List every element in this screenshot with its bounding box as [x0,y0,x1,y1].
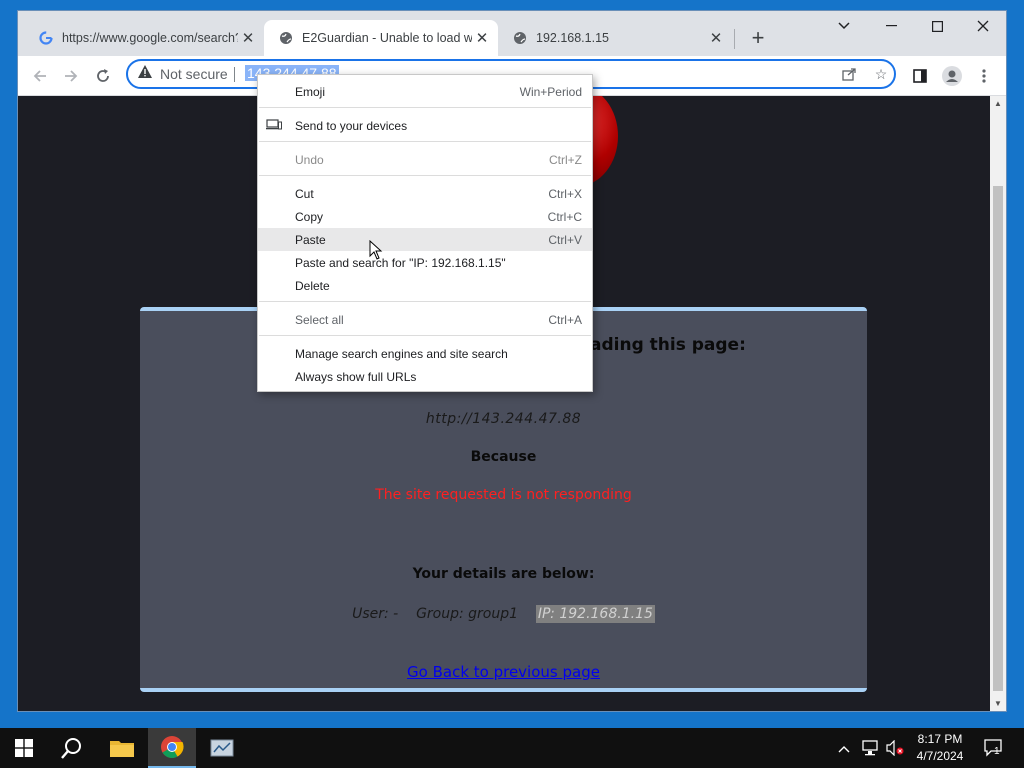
side-panel-icon[interactable] [908,64,932,88]
search-button[interactable] [48,728,96,768]
menu-item-copy[interactable]: Copy Ctrl+C [258,205,592,228]
menu-item-shortcut: Ctrl+Z [549,152,582,167]
share-icon[interactable] [840,65,858,83]
menu-item-label: Undo [295,152,324,167]
user-details-line: User: - Group: group1 IP: 192.168.1.15 [140,605,867,623]
user-value: User: - [352,606,399,622]
tab-title: E2Guardian - Unable to load web [302,31,472,45]
menu-separator [259,107,591,108]
devices-icon [266,118,282,133]
tab-title: 192.168.1.15 [536,31,609,45]
tab-google-search[interactable]: https://www.google.com/search? ✕ [24,20,264,56]
close-window-button[interactable] [960,11,1006,41]
menu-item-select-all[interactable]: Select all Ctrl+A [258,308,592,331]
notification-count: 1 [994,746,1000,757]
forward-arrow-icon[interactable] [59,64,83,88]
menu-item-label: Emoji [295,84,326,99]
menu-item-undo[interactable]: Undo Ctrl+Z [258,148,592,171]
tab-strip: https://www.google.com/search? ✕ E2Guard… [18,11,1006,56]
warning-triangle-icon[interactable] [138,65,152,81]
google-g-icon [38,30,54,46]
folder-icon [110,741,134,757]
menu-item-shortcut: Win+Period [519,84,582,99]
menu-item-label: Cut [295,186,314,201]
menu-separator [259,301,591,302]
menu-separator [259,141,591,142]
menu-item-shortcut: Ctrl+V [548,232,582,247]
details-heading: Your details are below: [412,566,595,582]
ip-value-selected[interactable]: IP: 192.168.1.15 [535,605,655,623]
kebab-menu-icon[interactable] [972,64,996,88]
windows-taskbar: 8:17 PM 4/7/2024 1 [0,728,1024,768]
search-icon [61,738,81,759]
new-tab-button[interactable]: + [746,25,770,50]
tab-close-icon[interactable]: ✕ [472,28,492,48]
menu-separator [259,175,591,176]
bookmark-star-icon[interactable]: ☆ [872,65,890,83]
page-scrollbar[interactable]: ▲ ▼ [990,96,1006,711]
back-arrow-icon[interactable] [28,64,52,88]
context-menu: Emoji Win+Period Send to your devices Un… [257,74,593,392]
menu-item-shortcut: Ctrl+C [547,209,582,224]
globe-icon [512,30,528,46]
menu-item-label: Send to your devices [295,118,408,133]
mouse-cursor-icon [369,239,383,265]
tab-close-icon[interactable]: ✕ [238,28,258,48]
volume-muted-icon[interactable] [886,739,904,759]
windows-logo-icon [15,739,33,757]
system-clock[interactable]: 8:17 PM 4/7/2024 [908,731,972,765]
menu-item-shortcut: Ctrl+X [548,186,582,201]
profile-avatar-icon[interactable] [940,64,964,88]
menu-item-cut[interactable]: Cut Ctrl+X [258,182,592,205]
tab-e2guardian[interactable]: E2Guardian - Unable to load web ✕ [264,20,498,56]
scroll-down-arrow-icon[interactable]: ▼ [990,696,1006,710]
tab-title: https://www.google.com/search? [62,31,238,45]
maximize-button[interactable] [914,11,960,41]
network-icon[interactable] [862,740,880,759]
tab-ip-address[interactable]: 192.168.1.15 ✕ [498,20,732,56]
go-back-link[interactable]: Go Back to previous page [407,663,600,681]
menu-item-label: Delete [295,278,330,293]
server-manager-button[interactable] [198,728,246,768]
menu-item-label: Paste and search for "IP: 192.168.1.15" [295,255,506,270]
page-heading: ading this page: [590,335,746,355]
scroll-up-arrow-icon[interactable]: ▲ [990,96,1006,110]
scrollbar-thumb[interactable] [993,186,1003,691]
tab-divider [734,29,735,49]
block-reason: The site requested is not responding [375,487,632,503]
tab-search-chevron-icon[interactable] [821,11,867,41]
menu-item-paste[interactable]: Paste Ctrl+V [258,228,592,251]
menu-item-label: Paste [295,232,326,247]
because-label: Because [470,449,537,465]
menu-item-label: Select all [295,312,344,327]
menu-item-delete[interactable]: Delete [258,274,592,297]
group-value: Group: group1 [416,606,519,622]
menu-item-send-to-devices[interactable]: Send to your devices [258,114,592,137]
chrome-taskbar-button[interactable] [148,728,196,768]
omnibox-divider [234,67,235,82]
file-explorer-button[interactable] [98,728,146,768]
start-button[interactable] [0,728,48,768]
menu-item-label: Manage search engines and site search [295,346,508,361]
menu-item-label: Always show full URLs [295,369,417,384]
menu-item-emoji[interactable]: Emoji Win+Period [258,80,592,103]
go-back-link-row: Go Back to previous page [140,663,867,681]
reload-icon[interactable] [91,64,115,88]
menu-item-paste-and-search[interactable]: Paste and search for "IP: 192.168.1.15" [258,251,592,274]
show-hidden-icons-chevron-icon[interactable] [838,740,850,756]
menu-item-show-full-urls[interactable]: Always show full URLs [258,365,592,388]
menu-item-shortcut: Ctrl+A [548,312,582,327]
minimize-button[interactable] [868,11,914,41]
tab-close-icon[interactable]: ✕ [706,28,726,48]
chrome-icon [161,736,184,758]
server-manager-icon [210,739,234,757]
blocked-url: http://143.244.47.88 [425,411,582,427]
menu-item-manage-search-engines[interactable]: Manage search engines and site search [258,342,592,365]
menu-item-label: Copy [295,209,324,224]
globe-icon [278,30,294,46]
not-secure-label[interactable]: Not secure [160,66,228,82]
clock-time: 8:17 PM [917,732,963,746]
menu-separator [259,335,591,336]
clock-date: 4/7/2024 [916,749,964,763]
